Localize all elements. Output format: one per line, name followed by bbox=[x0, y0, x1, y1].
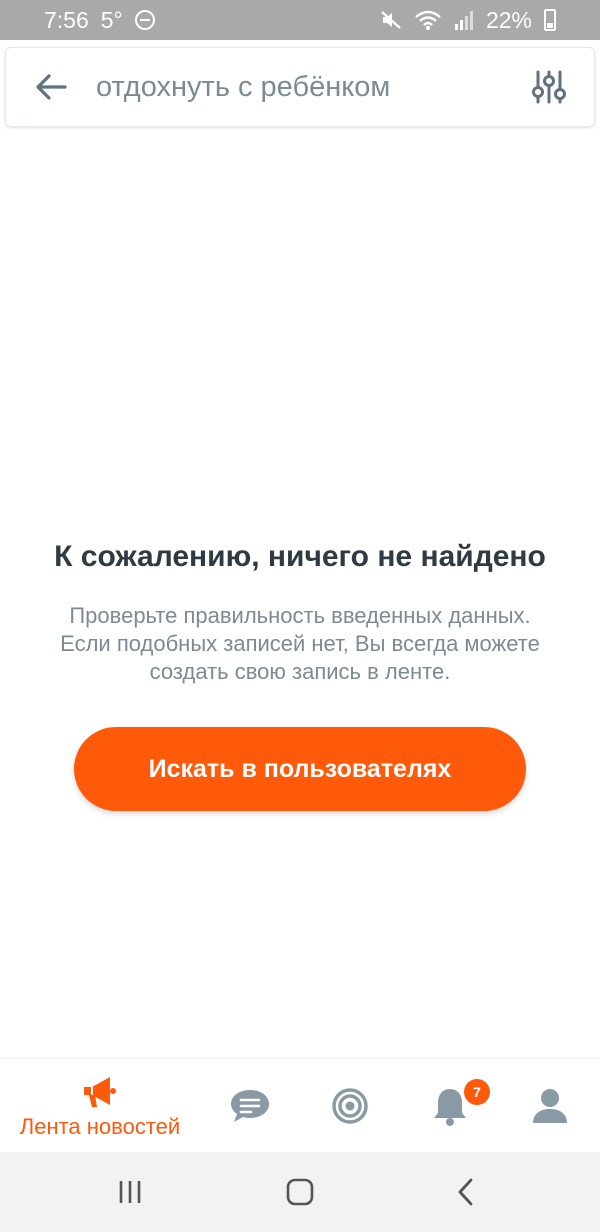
empty-state-line: создать свою запись в ленте. bbox=[149, 659, 451, 684]
status-temperature: 5° bbox=[100, 6, 123, 33]
sliders-icon bbox=[532, 70, 566, 104]
back-button[interactable] bbox=[6, 47, 96, 127]
system-back-button[interactable] bbox=[436, 1168, 496, 1216]
status-time: 7:56 bbox=[44, 6, 89, 33]
status-left: 7:56 5° bbox=[44, 7, 155, 34]
recent-apps-button[interactable] bbox=[100, 1168, 160, 1216]
empty-state-description: Проверьте правильность введенных данных.… bbox=[30, 602, 570, 686]
home-button[interactable] bbox=[270, 1168, 330, 1216]
nav-item-chat[interactable] bbox=[200, 1059, 300, 1153]
nav-item-target[interactable] bbox=[300, 1059, 400, 1153]
status-bar: 7:56 5° 22% bbox=[0, 0, 600, 40]
empty-state-title: К сожалению, ничего не найдено bbox=[54, 540, 546, 573]
chat-icon bbox=[231, 1090, 269, 1122]
nav-item-news-feed[interactable]: Лента новостей bbox=[0, 1059, 200, 1153]
filter-button[interactable] bbox=[504, 47, 594, 127]
nav-item-notifications[interactable]: 7 bbox=[400, 1059, 500, 1153]
search-bar bbox=[5, 47, 595, 127]
do-not-disturb-icon bbox=[134, 10, 155, 30]
signal-icon bbox=[454, 11, 473, 30]
nav-item-profile[interactable] bbox=[500, 1059, 600, 1153]
notification-badge: 7 bbox=[464, 1079, 490, 1105]
nav-label-news-feed: Лента новостей bbox=[19, 1114, 181, 1139]
wifi-icon bbox=[415, 10, 441, 30]
empty-state-line: Проверьте правильность введенных данных. bbox=[69, 603, 531, 628]
target-icon bbox=[332, 1088, 368, 1124]
empty-state-line: Если подобных записей нет, Вы всегда мож… bbox=[60, 631, 540, 656]
mute-icon bbox=[381, 11, 401, 29]
chevron-left-icon bbox=[458, 1178, 473, 1206]
home-icon bbox=[286, 1178, 314, 1206]
search-users-button[interactable]: Искать в пользователях bbox=[74, 727, 526, 811]
status-right: 22% bbox=[380, 7, 556, 34]
battery-percent: 22% bbox=[485, 6, 532, 33]
arrow-left-icon bbox=[36, 74, 67, 100]
search-input[interactable] bbox=[96, 57, 504, 117]
recent-apps-icon bbox=[119, 1181, 141, 1203]
bottom-navigation: Лента новостей 7 bbox=[0, 1058, 600, 1152]
battery-icon bbox=[544, 9, 556, 31]
megaphone-icon bbox=[84, 1077, 116, 1107]
profile-icon bbox=[533, 1089, 567, 1123]
system-navigation-bar bbox=[0, 1152, 600, 1232]
